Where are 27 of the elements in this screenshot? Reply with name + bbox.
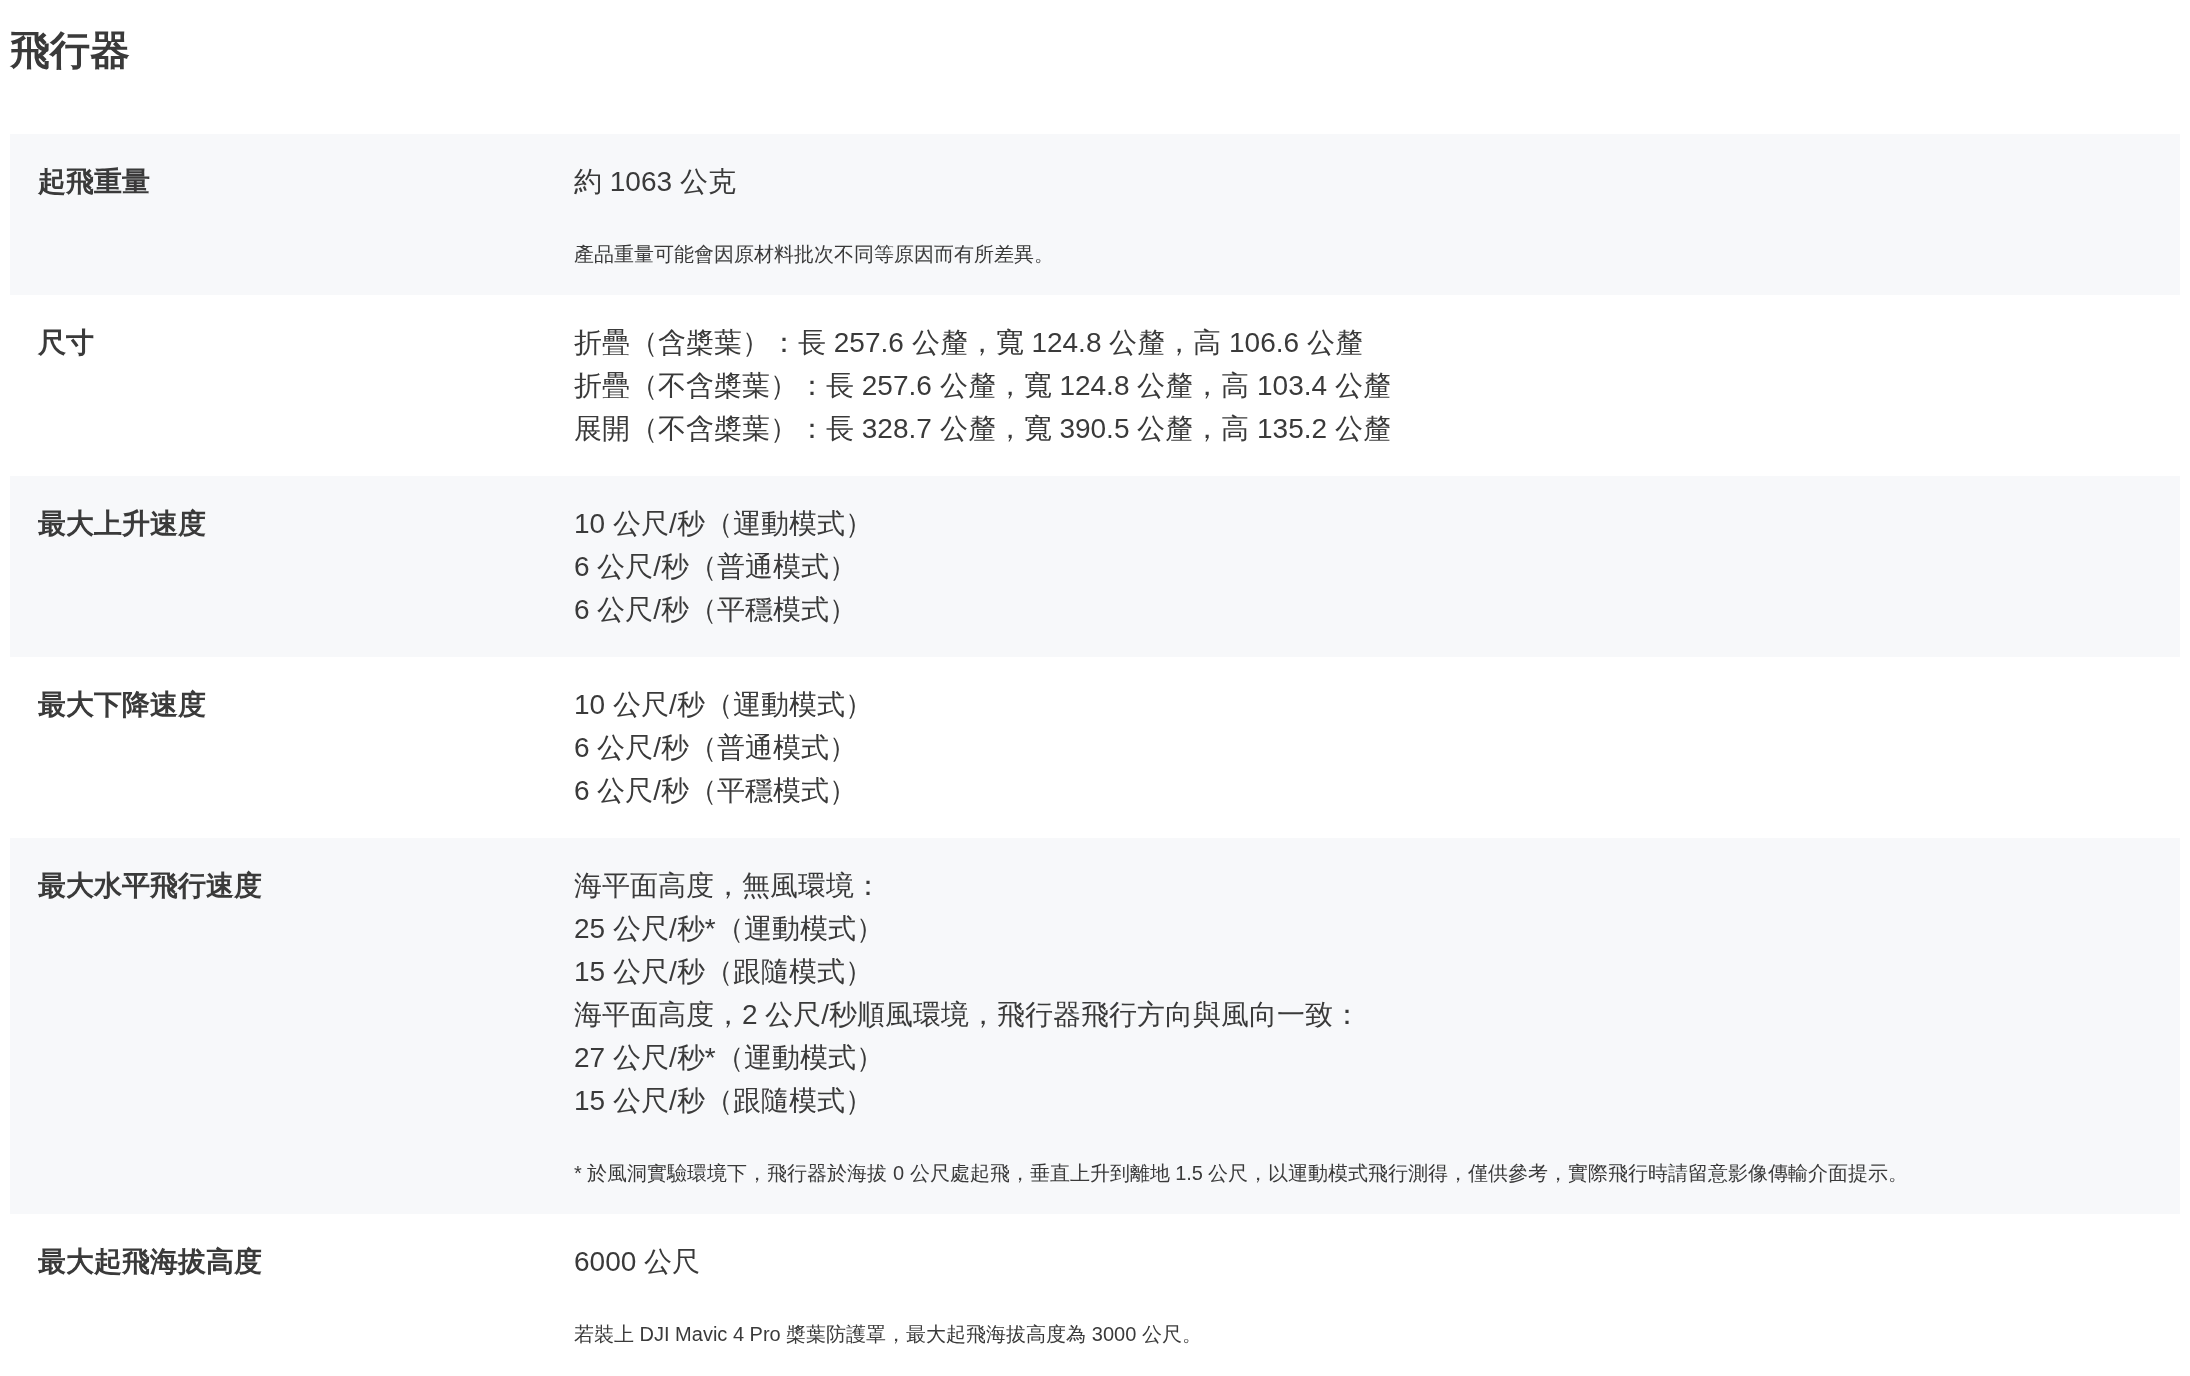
spec-value: 海平面高度，無風環境： xyxy=(574,869,883,903)
spec-label: 最大下降速度 xyxy=(38,688,207,722)
spec-value: 25 公尺/秒*（運動模式） xyxy=(574,912,885,946)
spec-value: 展開（不含槳葉）：長 328.7 公釐，寬 390.5 公釐，高 135.2 公釐 xyxy=(574,412,1391,446)
spec-value: 6 公尺/秒（平穩模式） xyxy=(574,593,859,627)
spec-value: 6000 公尺 xyxy=(574,1245,702,1279)
spec-value: 27 公尺/秒*（運動模式） xyxy=(574,1041,885,1075)
spec-value: 15 公尺/秒（跟隨模式） xyxy=(574,955,874,989)
spec-note: 產品重量可能會因原材料批次不同等原因而有所差異。 xyxy=(574,242,1054,267)
spec-label: 尺寸 xyxy=(38,326,95,360)
spec-value: 海平面高度，2 公尺/秒順風環境，飛行器飛行方向與風向一致： xyxy=(574,998,1363,1032)
spec-value: 6 公尺/秒（普通模式） xyxy=(574,731,859,765)
spec-value: 6 公尺/秒（普通模式） xyxy=(574,550,859,584)
spec-value: 10 公尺/秒（運動模式） xyxy=(574,507,873,541)
spec-label: 起飛重量 xyxy=(38,165,151,199)
spec-note: * 於風洞實驗環境下，飛行器於海拔 0 公尺處起飛，垂直上升到離地 1.5 公尺，以運動模式飛行測得，僅供參考，實際飛行時請留意影像傳輸介面提示。 xyxy=(574,1161,1909,1186)
spec-label: 最大起飛海拔高度 xyxy=(38,1245,263,1279)
spec-note: 若裝上 DJI Mavic 4 Pro 槳葉防護罩，最大起飛海拔高度為 3000 公尺。 xyxy=(574,1322,1202,1347)
spec-value: 15 公尺/秒（跟隨模式） xyxy=(574,1084,874,1118)
spec-label: 最大水平飛行速度 xyxy=(38,869,263,903)
spec-value: 折疊（不含槳葉）：長 257.6 公釐，寬 124.8 公釐，高 103.4 公釐 xyxy=(574,369,1391,403)
section-title: 飛行器 xyxy=(10,27,131,74)
spec-value: 10 公尺/秒（運動模式） xyxy=(574,688,873,722)
spec-value: 約 1063 公克 xyxy=(574,165,737,199)
spec-value: 6 公尺/秒（平穩模式） xyxy=(574,774,859,808)
spec-value: 折疊（含槳葉）：長 257.6 公釐，寬 124.8 公釐，高 106.6 公釐 xyxy=(574,326,1364,360)
spec-label: 最大上升速度 xyxy=(38,507,207,541)
